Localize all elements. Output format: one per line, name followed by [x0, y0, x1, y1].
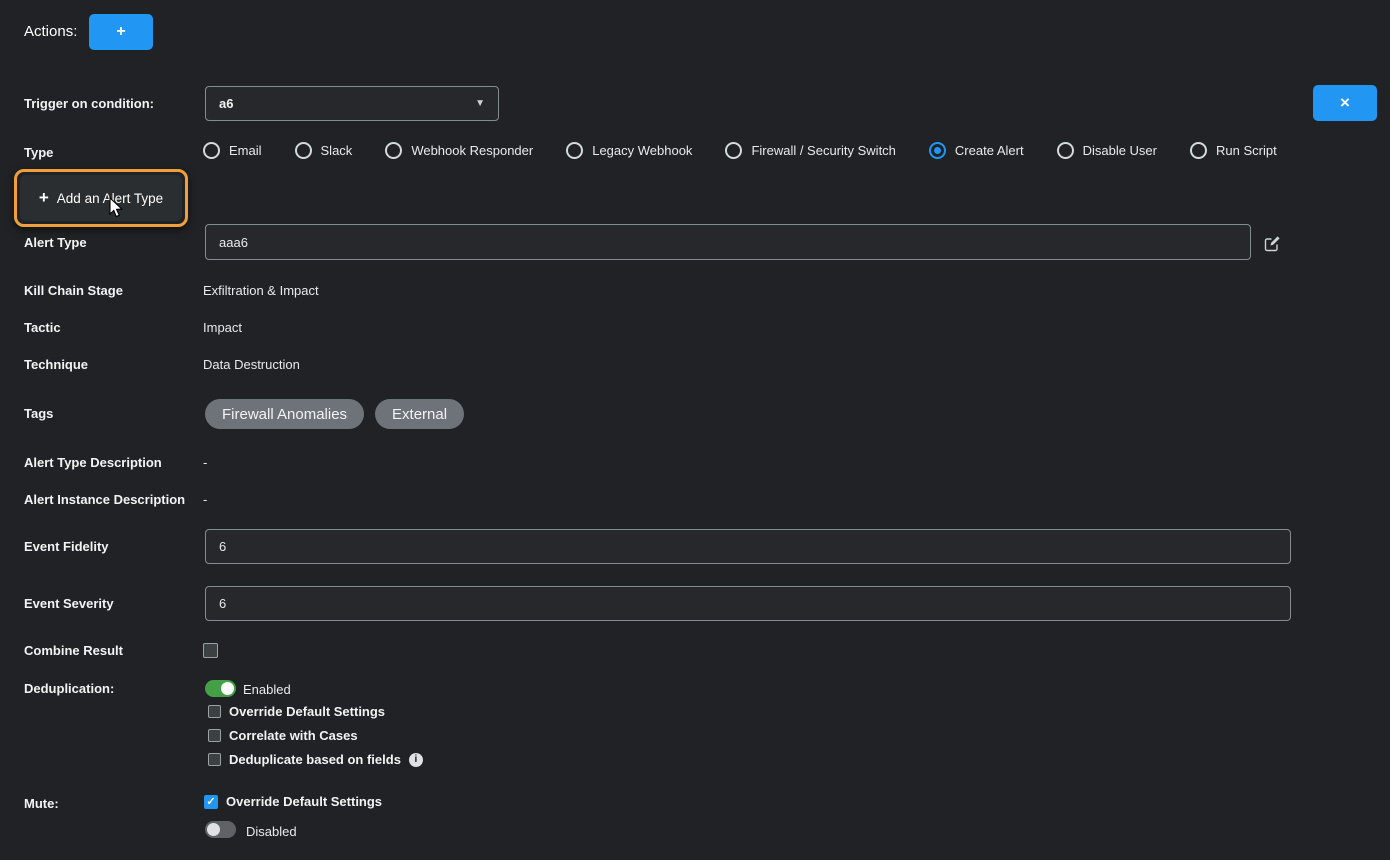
- radio-label: Create Alert: [955, 143, 1024, 158]
- radio-label: Firewall / Security Switch: [751, 143, 895, 158]
- radio-run-script[interactable]: Run Script: [1190, 142, 1277, 159]
- radio-label: Legacy Webhook: [592, 143, 692, 158]
- mute-toggle[interactable]: [205, 821, 236, 838]
- radio-label: Slack: [321, 143, 353, 158]
- trigger-condition-value: a6: [219, 96, 233, 111]
- radio-label: Webhook Responder: [411, 143, 533, 158]
- combine-result-label: Combine Result: [24, 643, 123, 658]
- tag-pill[interactable]: External: [375, 399, 464, 429]
- type-label: Type: [24, 145, 53, 160]
- trigger-condition-label: Trigger on condition:: [24, 96, 154, 111]
- deduplicate-based-on-fields-checkbox[interactable]: [208, 753, 221, 766]
- trigger-condition-select[interactable]: a6 ▼: [205, 86, 499, 121]
- tag-pill[interactable]: Firewall Anomalies: [205, 399, 364, 429]
- radio-slack[interactable]: Slack: [295, 142, 353, 159]
- radio-circle-icon: [295, 142, 312, 159]
- mute-override-row: Override Default Settings: [204, 794, 382, 809]
- deduplication-toggle-label: Enabled: [243, 682, 291, 697]
- mouse-cursor-icon: [107, 197, 125, 219]
- alert-type-input[interactable]: [205, 224, 1251, 260]
- mute-override-label: Override Default Settings: [226, 794, 382, 809]
- radio-firewall-security-switch[interactable]: Firewall / Security Switch: [725, 142, 895, 159]
- mute-override-checkbox[interactable]: [204, 795, 218, 809]
- dedup-option-correlate-with-cases: Correlate with Cases: [208, 728, 358, 743]
- radio-label: Email: [229, 143, 262, 158]
- add-alert-type-button[interactable]: + Add an Alert Type: [20, 175, 182, 221]
- deduplicate-based-on-fields-label: Deduplicate based on fields: [229, 752, 401, 767]
- radio-create-alert[interactable]: Create Alert: [929, 142, 1024, 159]
- kill-chain-stage-value: Exfiltration & Impact: [203, 283, 319, 298]
- actions-label: Actions:: [24, 23, 77, 40]
- toggle-knob: [207, 823, 220, 836]
- alert-type-label: Alert Type: [24, 235, 87, 250]
- kill-chain-stage-label: Kill Chain Stage: [24, 283, 123, 298]
- tags-list: Firewall Anomalies External: [205, 399, 464, 429]
- tactic-value: Impact: [203, 320, 242, 335]
- alert-type-description-label: Alert Type Description: [24, 455, 162, 470]
- technique-label: Technique: [24, 357, 88, 372]
- radio-webhook-responder[interactable]: Webhook Responder: [385, 142, 533, 159]
- override-default-settings-label: Override Default Settings: [229, 704, 385, 719]
- toggle-knob: [221, 682, 234, 695]
- edit-icon[interactable]: [1264, 235, 1281, 252]
- dedup-option-override-default-settings: Override Default Settings: [208, 704, 385, 719]
- add-alert-type-highlight: + Add an Alert Type: [14, 169, 188, 227]
- radio-circle-icon: [725, 142, 742, 159]
- type-radio-group: Email Slack Webhook Responder Legacy Web…: [203, 142, 1277, 159]
- radio-label: Run Script: [1216, 143, 1277, 158]
- info-icon[interactable]: i: [409, 753, 423, 767]
- radio-email[interactable]: Email: [203, 142, 262, 159]
- event-severity-input[interactable]: [205, 586, 1291, 621]
- deduplication-label: Deduplication:: [24, 681, 114, 696]
- technique-value: Data Destruction: [203, 357, 300, 372]
- correlate-with-cases-label: Correlate with Cases: [229, 728, 358, 743]
- remove-action-button[interactable]: ×: [1313, 85, 1377, 121]
- add-action-button[interactable]: +: [89, 14, 153, 50]
- radio-circle-icon: [385, 142, 402, 159]
- tags-label: Tags: [24, 406, 53, 421]
- deduplication-toggle[interactable]: [205, 680, 236, 697]
- radio-label: Disable User: [1083, 143, 1157, 158]
- radio-circle-icon: [566, 142, 583, 159]
- override-default-settings-checkbox[interactable]: [208, 705, 221, 718]
- event-fidelity-label: Event Fidelity: [24, 539, 109, 554]
- action-config-panel: Actions: + Trigger on condition: a6 ▼ × …: [0, 0, 1390, 860]
- plus-icon: +: [39, 188, 49, 208]
- plus-icon: +: [116, 23, 125, 41]
- alert-type-description-value: -: [203, 455, 207, 470]
- radio-circle-icon: [929, 142, 946, 159]
- alert-instance-description-label: Alert Instance Description: [24, 492, 185, 507]
- combine-result-checkbox[interactable]: [203, 643, 218, 658]
- radio-legacy-webhook[interactable]: Legacy Webhook: [566, 142, 692, 159]
- radio-circle-icon: [1057, 142, 1074, 159]
- alert-instance-description-value: -: [203, 492, 207, 507]
- event-severity-label: Event Severity: [24, 596, 114, 611]
- mute-label: Mute:: [24, 796, 59, 811]
- dedup-option-deduplicate-based-on-fields: Deduplicate based on fields i: [208, 752, 423, 767]
- close-icon: ×: [1340, 93, 1350, 113]
- radio-disable-user[interactable]: Disable User: [1057, 142, 1157, 159]
- mute-toggle-label: Disabled: [246, 824, 297, 839]
- tactic-label: Tactic: [24, 320, 61, 335]
- chevron-down-icon: ▼: [475, 98, 485, 109]
- radio-circle-icon: [1190, 142, 1207, 159]
- event-fidelity-input[interactable]: [205, 529, 1291, 564]
- radio-circle-icon: [203, 142, 220, 159]
- correlate-with-cases-checkbox[interactable]: [208, 729, 221, 742]
